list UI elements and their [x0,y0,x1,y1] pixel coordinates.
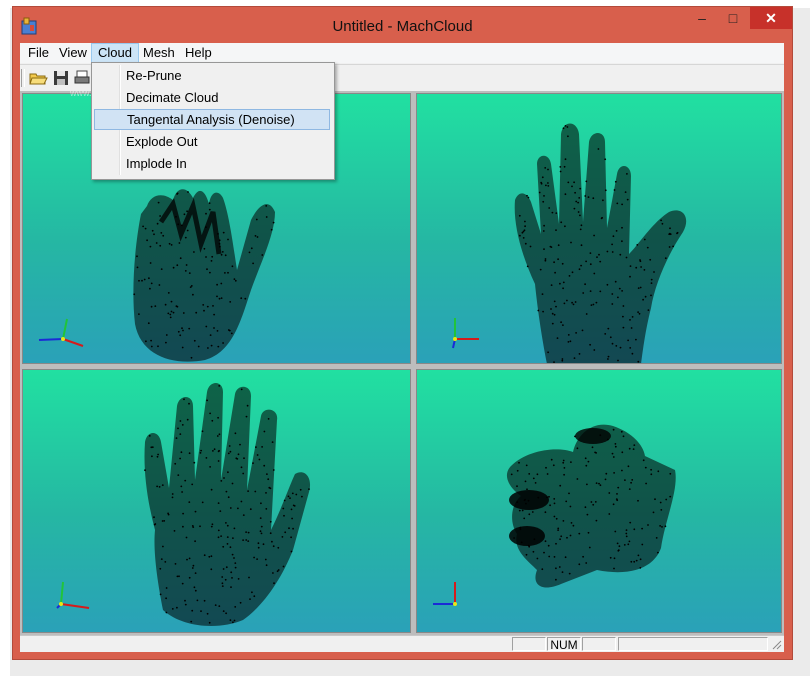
menu-item-re-prune[interactable]: Re-Prune [94,65,330,86]
menu-file[interactable]: File [22,44,55,62]
menu-item-implode-in[interactable]: Implode In [94,153,330,174]
axis-gizmo [433,582,457,606]
maximize-button[interactable]: □ [719,7,747,29]
menu-help[interactable]: Help [179,44,218,62]
status-pane-num: NUM [547,637,581,652]
window-title: Untitled - MachCloud [332,18,473,35]
front-point-cloud [452,123,687,363]
top-point-cloud [433,424,676,606]
back-point-cloud [56,383,311,626]
toolbar-grip[interactable] [21,69,25,87]
status-bar: NUM [20,635,784,652]
save-icon[interactable] [51,68,71,88]
minimize-button[interactable]: – [688,7,716,29]
menu-item-tangental-analysis[interactable]: Tangental Analysis (Denoise) [94,109,330,130]
axis-gizmo [452,318,479,349]
print-icon[interactable] [72,68,92,88]
menu-mesh[interactable]: Mesh [137,44,181,62]
title-bar[interactable]: Untitled - MachCloud – □ ✕ [13,7,792,43]
status-pane-message [618,637,768,651]
axis-gizmo [56,581,90,609]
status-pane-scroll [582,637,616,651]
menu-item-decimate-cloud[interactable]: Decimate Cloud [94,87,330,108]
close-button[interactable]: ✕ [750,7,792,29]
menu-view[interactable]: View [53,44,93,62]
viewport-top[interactable] [416,369,782,633]
open-icon[interactable] [28,68,48,88]
status-pane-caps [512,637,546,651]
viewport-front[interactable] [416,93,782,364]
viewport-back[interactable] [22,369,411,633]
menu-bar: File View Cloud Mesh Help [20,43,784,63]
axis-gizmo [38,318,84,347]
cloud-dropdown-menu: Re-Prune Decimate Cloud Tangental Analys… [91,62,335,180]
menu-cloud[interactable]: Cloud [91,43,139,63]
resize-grip-icon[interactable] [770,638,782,650]
menu-item-explode-out[interactable]: Explode Out [94,131,330,152]
